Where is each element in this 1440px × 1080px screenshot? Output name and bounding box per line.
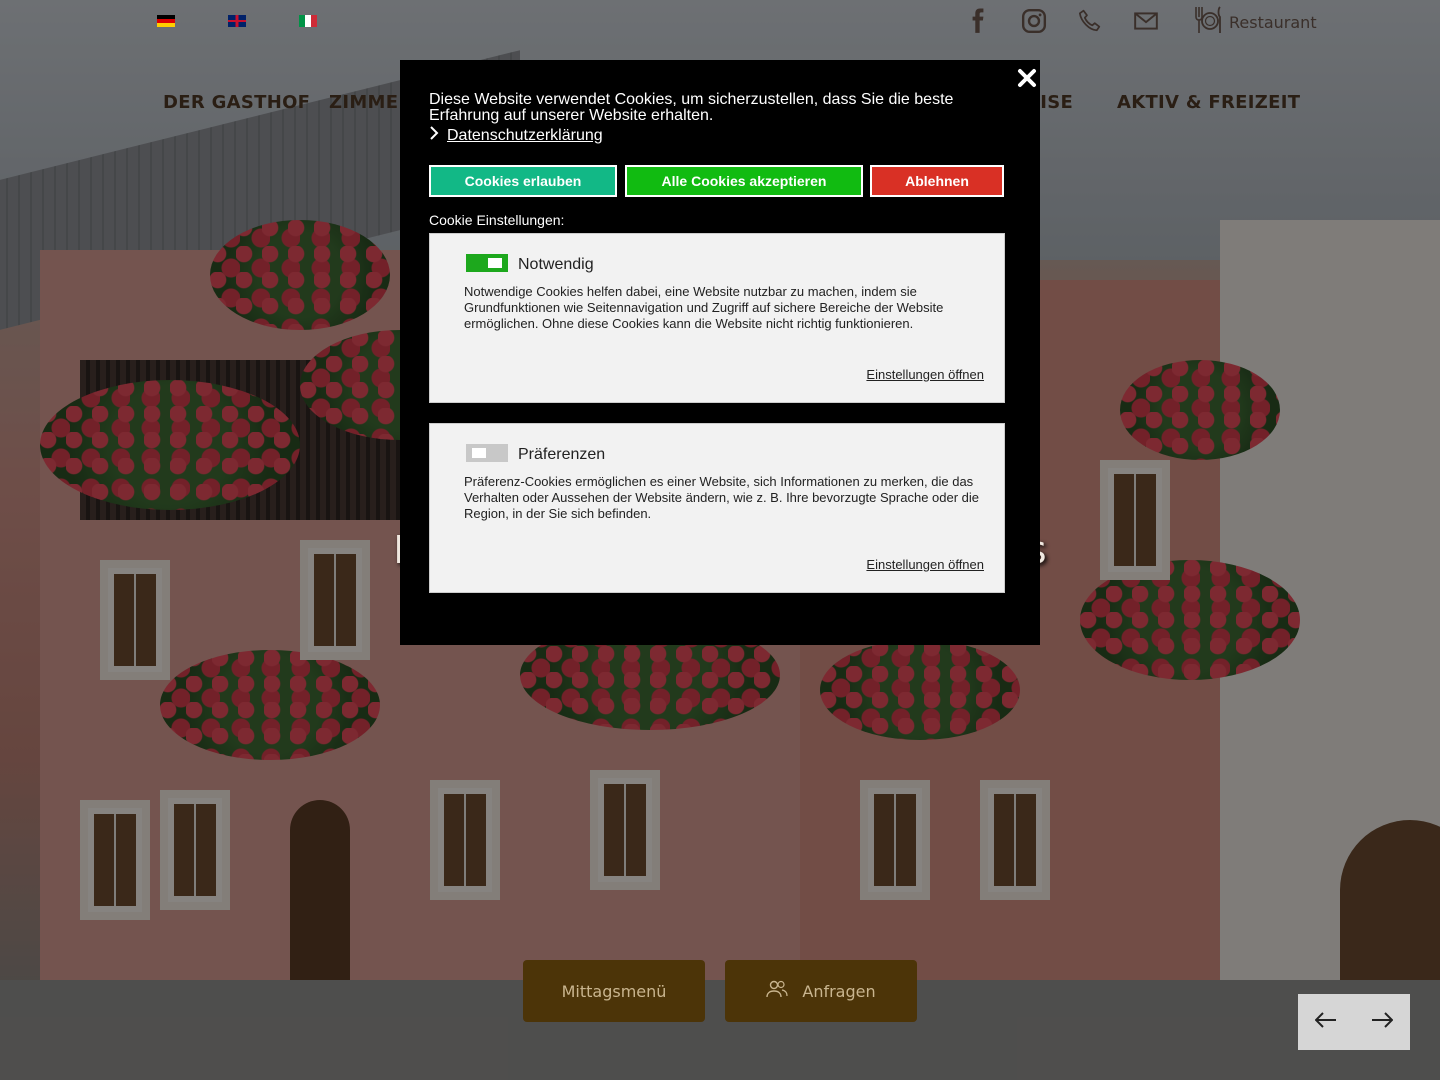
users-icon (766, 980, 788, 1002)
lunch-menu-label: Mittagsmenü (561, 981, 667, 1001)
language-flag-de[interactable] (157, 15, 175, 27)
privacy-policy-link[interactable]: Datenschutzerklärung (429, 126, 603, 145)
lunch-menu-button[interactable]: Mittagsmenü (523, 960, 705, 1022)
nav-item-der-gasthof[interactable]: DER GASTHOF (163, 92, 310, 113)
cookie-settings-heading: Cookie Einstellungen: (429, 212, 565, 228)
cookie-intro-text: Diese Website verwendet Cookies, um sich… (429, 91, 954, 124)
deny-cookies-button[interactable]: Ablehnen (870, 165, 1004, 197)
restaurant-label: Restaurant (1229, 12, 1317, 32)
chevron-right-icon (429, 126, 439, 145)
necessary-toggle[interactable] (466, 254, 508, 272)
plate-cutlery-icon (1193, 5, 1223, 39)
cookie-category-necessary: Notwendig Notwendige Cookies helfen dabe… (429, 233, 1005, 403)
close-icon (1017, 68, 1037, 93)
restaurant-link[interactable]: Restaurant (1193, 5, 1317, 39)
language-flag-it[interactable] (299, 15, 317, 27)
category-description: Notwendige Cookies helfen dabei, eine We… (464, 284, 944, 331)
inquire-label: Anfragen (802, 981, 876, 1001)
slider-prev-button[interactable] (1298, 994, 1354, 1050)
mail-icon[interactable] (1131, 6, 1161, 36)
cookie-category-preferences: Präferenzen Präferenz-Cookies ermögliche… (429, 423, 1005, 593)
nav-item-aktiv-freizeit[interactable]: AKTIV & FREIZEIT (1117, 92, 1300, 113)
arrow-right-icon (1371, 1012, 1394, 1032)
language-flag-en[interactable] (228, 15, 246, 27)
phone-icon[interactable] (1075, 6, 1105, 36)
instagram-icon[interactable] (1019, 6, 1049, 36)
arrow-left-icon (1314, 1012, 1337, 1032)
open-settings-link[interactable]: Einstellungen öffnen (866, 367, 984, 382)
allow-cookies-button[interactable]: Cookies erlauben (429, 165, 617, 197)
privacy-policy-label: Datenschutzerklärung (447, 126, 603, 144)
slider-controls (1298, 994, 1410, 1050)
slider-next-button[interactable] (1354, 994, 1410, 1050)
topbar: Restaurant (0, 0, 1440, 44)
category-title: Präferenzen (518, 446, 606, 463)
facebook-icon[interactable] (963, 6, 993, 36)
close-button[interactable] (1015, 68, 1039, 92)
preferences-toggle[interactable] (466, 444, 508, 462)
open-settings-link[interactable]: Einstellungen öffnen (866, 557, 984, 572)
category-description: Präferenz-Cookies ermöglichen es einer W… (464, 474, 980, 521)
inquire-button[interactable]: Anfragen (725, 960, 917, 1022)
cookie-consent-dialog: Diese Website verwendet Cookies, um sich… (400, 60, 1040, 645)
category-title: Notwendig (518, 256, 594, 273)
accept-all-cookies-button[interactable]: Alle Cookies akzeptieren (625, 165, 863, 197)
